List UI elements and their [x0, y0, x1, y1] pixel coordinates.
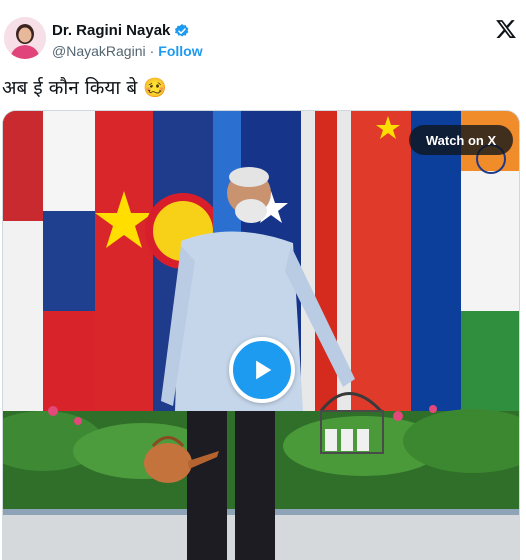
author-name-row: Dr. Ragini Nayak: [52, 22, 190, 39]
tweet-text: अब ई कौन किया बे 🥴: [2, 77, 167, 99]
play-button[interactable]: [229, 337, 295, 403]
video-thumbnail: [3, 111, 519, 560]
play-icon: [256, 360, 272, 380]
author-handle-row: @NayakRagini · Follow: [52, 43, 203, 59]
video-player[interactable]: Watch on X: [2, 110, 520, 560]
handle-separator: ·: [149, 43, 155, 59]
follow-button[interactable]: Follow: [158, 43, 202, 59]
x-logo-icon[interactable]: [495, 18, 517, 40]
avatar[interactable]: [4, 17, 46, 59]
author-handle[interactable]: @NayakRagini: [52, 43, 146, 59]
watch-on-x-button[interactable]: Watch on X: [409, 125, 513, 155]
verified-badge-icon: [175, 23, 189, 37]
author-display-name[interactable]: Dr. Ragini Nayak: [52, 22, 170, 39]
tweet-header: Dr. Ragini Nayak @NayakRagini · Follow: [0, 0, 526, 70]
